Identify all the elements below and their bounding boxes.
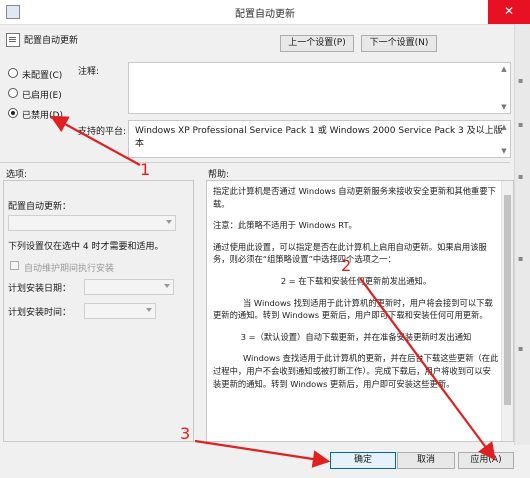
- edge-marker: ▪: [518, 254, 524, 263]
- annotation-3: 3: [180, 424, 191, 443]
- setting-title: 配置自动更新: [24, 36, 79, 46]
- maintenance-install-label: 自动维护期间执行安装: [24, 264, 115, 274]
- comment-label: 注释:: [78, 67, 100, 77]
- install-time-dropdown[interactable]: [84, 303, 156, 319]
- install-time-label: 计划安装时间：: [8, 308, 72, 318]
- help-paragraph: 通过使用此设置，可以指定是否在此计算机上启用自动更新。如果启用该服务，则必须在“…: [213, 241, 487, 265]
- radio-disabled[interactable]: [8, 108, 18, 118]
- scroll-down-icon[interactable]: ▼: [499, 102, 509, 112]
- edge-marker: ▪: [518, 344, 524, 353]
- options-section-label: 选项:: [6, 170, 28, 180]
- help-paragraph: 3 =（默认设置）自动下载更新，并在准备安装更新时发出通知: [240, 331, 472, 342]
- cancel-button[interactable]: 取消: [397, 452, 455, 469]
- scroll-down-icon[interactable]: ▼: [499, 146, 509, 156]
- install-day-label: 计划安装日期：: [8, 284, 72, 294]
- help-section-label: 帮助:: [208, 170, 230, 180]
- policy-setting-icon: [6, 33, 20, 47]
- background-window-edge: ▪ ▪ ▪ ▪ ▪: [514, 24, 530, 478]
- help-paragraph: 指定此计算机是否通过 Windows 自动更新服务来接收安全更新和其他重要下载。: [213, 186, 496, 209]
- edge-marker: ▪: [518, 120, 524, 129]
- edge-marker: ▪: [518, 76, 524, 85]
- platform-text: Windows XP Professional Service Pack 1 或…: [135, 126, 503, 149]
- comment-textarea[interactable]: ▲ ▼: [128, 62, 511, 114]
- annotation-2: 2: [341, 256, 352, 275]
- chevron-down-icon: [146, 308, 152, 312]
- chevron-down-icon: [166, 220, 172, 224]
- previous-setting-button[interactable]: 上一个设置(P): [280, 35, 354, 52]
- help-paragraph: 当 Windows 找到适用于此计算机的更新时，用户将会接到可以下载更新的通知。…: [213, 297, 493, 321]
- edge-marker: ▪: [518, 172, 524, 181]
- title-bar: 配置自动更新 ✕: [0, 0, 530, 25]
- install-day-dropdown[interactable]: [84, 279, 174, 295]
- help-paragraph: 注意：此策略不适用于 Windows RT。: [213, 220, 357, 231]
- radio-enabled-label[interactable]: 已启用(E): [22, 88, 62, 101]
- help-paragraph: Windows 查找适用于此计算机的更新，并在后台下载这些更新（在此过程中，用户…: [213, 353, 499, 389]
- options-note: 下列设置仅在选中 4 时才需要和适用。: [8, 242, 164, 252]
- next-setting-button[interactable]: 下一个设置(N): [361, 35, 437, 52]
- ok-button[interactable]: 确定: [330, 452, 396, 469]
- configure-updates-label: 配置自动更新：: [8, 202, 72, 212]
- section-divider: [0, 162, 510, 163]
- platform-box: Windows XP Professional Service Pack 1 或…: [128, 120, 511, 158]
- radio-not-configured-label[interactable]: 未配置(C): [22, 68, 62, 81]
- radio-not-configured[interactable]: [8, 68, 18, 78]
- scroll-up-icon[interactable]: ▲: [499, 64, 509, 74]
- configure-updates-dropdown[interactable]: [8, 215, 176, 231]
- help-paragraph: 2 = 在下载和安装任何更新前发出通知。: [280, 275, 432, 286]
- scroll-up-icon[interactable]: ▲: [499, 122, 509, 132]
- maintenance-install-checkbox[interactable]: [10, 261, 19, 270]
- radio-disabled-label[interactable]: 已禁用(D): [22, 108, 63, 121]
- options-panel: 配置自动更新： 下列设置仅在选中 4 时才需要和适用。 自动维护期间执行安装 计…: [3, 180, 194, 442]
- help-panel: 指定此计算机是否通过 Windows 自动更新服务来接收安全更新和其他重要下载。…: [206, 180, 514, 442]
- help-text: 指定此计算机是否通过 Windows 自动更新服务来接收安全更新和其他重要下载。…: [213, 185, 499, 399]
- close-button[interactable]: ✕: [488, 0, 530, 24]
- radio-enabled[interactable]: [8, 88, 18, 98]
- platform-label: 支持的平台:: [78, 127, 127, 137]
- window-title: 配置自动更新: [235, 9, 295, 20]
- scrollbar-thumb[interactable]: [504, 195, 511, 405]
- help-scrollbar[interactable]: [501, 181, 513, 441]
- annotation-1: 1: [140, 160, 151, 179]
- chevron-down-icon: [164, 284, 170, 288]
- apply-button[interactable]: 应用(A): [458, 452, 514, 469]
